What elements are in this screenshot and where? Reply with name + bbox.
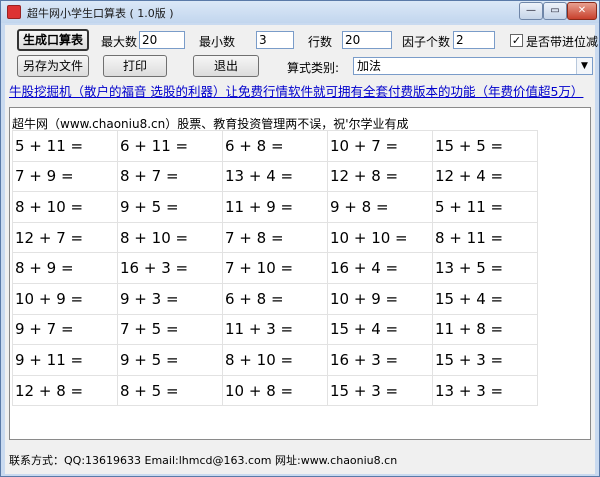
table-row: 5 + 11 = 6 + 11 = 6 + 8 = 10 + 7 = 15 + 5 = — [12, 130, 538, 162]
problem-cell: 16 + 3 = — [117, 252, 223, 284]
problem-cell: 12 + 4 = — [432, 160, 538, 193]
contact-footer: 联系方式：QQ:13619633 Email:lhmcd@163.com 网址:… — [9, 454, 398, 467]
problem-cell: 6 + 8 = — [222, 282, 328, 315]
problem-cell: 15 + 5 = — [432, 130, 538, 162]
rows-input[interactable]: 20 — [342, 31, 392, 49]
problem-cell: 13 + 4 = — [222, 160, 328, 193]
problem-cell: 11 + 9 = — [222, 191, 328, 223]
exit-button[interactable]: 退出 — [193, 55, 259, 77]
minimize-button[interactable]: — — [519, 2, 543, 20]
problem-grid: 5 + 11 = 6 + 11 = 6 + 8 = 10 + 7 = 15 + 5 = 7… — [12, 130, 538, 407]
problem-cell: 7 + 8 = — [222, 221, 328, 254]
problem-cell: 8 + 10 = — [222, 344, 328, 376]
problem-cell: 13 + 3 = — [432, 374, 538, 407]
carry-label: 是否带进位减 — [526, 35, 599, 49]
problem-cell: 7 + 9 = — [12, 160, 118, 193]
chevron-down-icon[interactable]: ▼ — [576, 58, 592, 74]
problem-cell: 9 + 7 = — [12, 313, 118, 346]
min-label: 最小数 — [199, 35, 236, 49]
factors-label: 因子个数 — [402, 35, 451, 49]
problem-cell: 8 + 7 = — [117, 160, 223, 193]
problem-cell: 6 + 8 = — [222, 130, 328, 162]
max-number-input[interactable]: 20 — [139, 31, 185, 49]
formula-type-label: 算式类别: — [287, 61, 340, 75]
problem-cell: 7 + 10 = — [222, 252, 328, 284]
save-as-button[interactable]: 另存为文件 — [17, 55, 89, 77]
problem-cell: 10 + 10 = — [327, 221, 433, 254]
max-label: 最大数 — [101, 35, 138, 49]
problem-cell: 10 + 8 = — [222, 374, 328, 407]
problem-cell: 11 + 3 = — [222, 313, 328, 346]
problem-cell: 10 + 9 = — [327, 282, 433, 315]
rows-label: 行数 — [308, 35, 333, 49]
table-row: 8 + 9 = 16 + 3 = 7 + 10 = 16 + 4 = 13 + 5 = — [12, 252, 538, 284]
problem-cell: 8 + 5 = — [117, 374, 223, 407]
table-row: 9 + 7 = 7 + 5 = 11 + 3 = 15 + 4 = 11 + 8 = — [12, 313, 538, 346]
problem-cell: 8 + 10 = — [117, 221, 223, 254]
factors-input[interactable]: 2 — [453, 31, 495, 49]
table-row: 12 + 7 = 8 + 10 = 7 + 8 = 10 + 10 = 8 + 11 = — [12, 221, 538, 254]
problem-cell: 10 + 7 = — [327, 130, 433, 162]
problem-cell: 9 + 5 = — [117, 344, 223, 376]
problem-cell: 13 + 5 = — [432, 252, 538, 284]
problem-cell: 5 + 11 = — [12, 130, 118, 162]
print-button[interactable]: 打印 — [103, 55, 167, 77]
problem-cell: 8 + 10 = — [12, 191, 118, 223]
problem-cell: 15 + 3 = — [327, 374, 433, 407]
problem-cell: 11 + 8 = — [432, 313, 538, 346]
min-number-input[interactable]: 3 — [256, 31, 294, 49]
problem-cell: 10 + 9 = — [12, 282, 118, 315]
promo-link[interactable]: 牛股挖掘机（散户的福音 选股的利器）让免费行情软件就可拥有全套付费版本的功能（年… — [9, 81, 583, 100]
title-bar[interactable]: 超牛网小学生口算表 ( 1.0版 ) — ▭ ✕ — [1, 1, 599, 23]
problem-cell: 12 + 8 = — [12, 374, 118, 407]
formula-type-select[interactable]: 加法 ▼ — [353, 57, 593, 75]
problem-cell: 16 + 4 = — [327, 252, 433, 284]
close-button[interactable]: ✕ — [567, 2, 597, 20]
problem-cell: 8 + 11 = — [432, 221, 538, 254]
app-icon — [7, 5, 21, 19]
maximize-button[interactable]: ▭ — [543, 2, 567, 20]
problem-cell: 8 + 9 = — [12, 252, 118, 284]
table-row: 9 + 11 = 9 + 5 = 8 + 10 = 16 + 3 = 15 + 3 = — [12, 344, 538, 376]
table-row: 8 + 10 = 9 + 5 = 11 + 9 = 9 + 8 = 5 + 11 = — [12, 191, 538, 223]
table-row: 12 + 8 = 8 + 5 = 10 + 8 = 15 + 3 = 13 + 3 = — [12, 374, 538, 407]
problem-cell: 7 + 5 = — [117, 313, 223, 346]
problem-cell: 16 + 3 = — [327, 344, 433, 376]
problem-cell: 12 + 8 = — [327, 160, 433, 193]
window-title: 超牛网小学生口算表 ( 1.0版 ) — [27, 7, 174, 20]
problem-cell: 15 + 4 = — [432, 282, 538, 315]
problem-cell: 6 + 11 = — [117, 130, 223, 162]
generate-button[interactable]: 生成口算表 — [17, 29, 89, 51]
carry-checkbox[interactable]: ✓ — [510, 34, 523, 47]
table-row: 7 + 9 = 8 + 7 = 13 + 4 = 12 + 8 = 12 + 4 = — [12, 160, 538, 193]
problem-cell: 9 + 11 = — [12, 344, 118, 376]
table-row: 10 + 9 = 9 + 3 = 6 + 8 = 10 + 9 = 15 + 4 = — [12, 282, 538, 315]
problem-cell: 12 + 7 = — [12, 221, 118, 254]
problem-cell: 5 + 11 = — [432, 191, 538, 223]
problem-cell: 15 + 4 = — [327, 313, 433, 346]
app-window: 超牛网小学生口算表 ( 1.0版 ) — ▭ ✕ 生成口算表 最大数 20 最小… — [0, 0, 600, 477]
problem-cell: 15 + 3 = — [432, 344, 538, 376]
formula-type-value: 加法 — [357, 59, 382, 73]
problem-cell: 9 + 5 = — [117, 191, 223, 223]
problem-cell: 9 + 8 = — [327, 191, 433, 223]
client-area: 生成口算表 最大数 20 最小数 3 行数 20 因子个数 2 ✓ 是否带进位减… — [5, 25, 599, 474]
arithmetic-sheet: 超牛网（www.chaoniu8.cn）股票、教育投资管理两不误，祝'尔学业有成… — [9, 107, 591, 440]
problem-cell: 9 + 3 = — [117, 282, 223, 315]
